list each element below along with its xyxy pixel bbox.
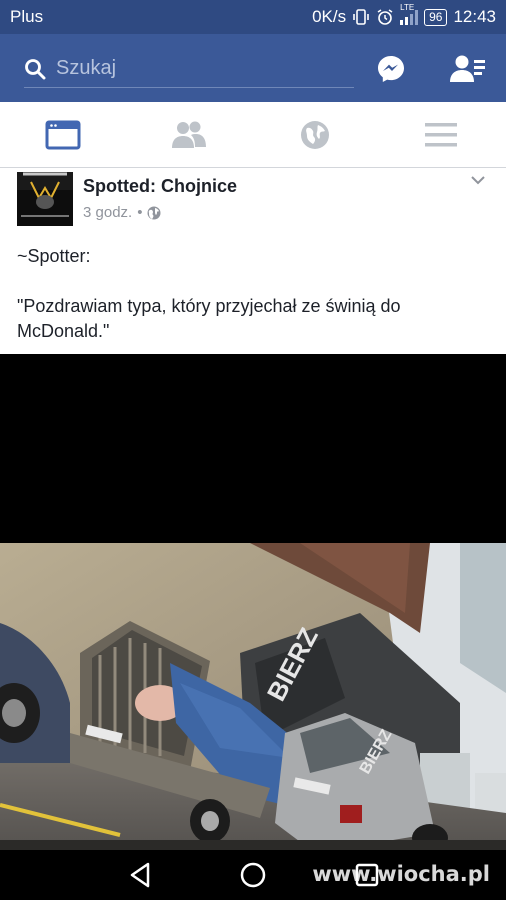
friends-icon bbox=[172, 121, 206, 148]
post-text-line: ~Spotter: bbox=[17, 246, 91, 266]
tab-bar bbox=[0, 102, 506, 168]
top-app-bar bbox=[0, 34, 506, 102]
back-icon[interactable] bbox=[126, 860, 156, 890]
watermark: www.wiocha.pl bbox=[312, 862, 490, 886]
messenger-icon[interactable] bbox=[376, 54, 406, 84]
tab-notifications[interactable] bbox=[252, 102, 378, 168]
search-input[interactable] bbox=[56, 57, 326, 80]
carrier-name: Plus bbox=[10, 7, 44, 26]
meta-separator: • bbox=[137, 204, 143, 221]
system-nav-bar: www.wiocha.pl bbox=[0, 850, 506, 900]
search-field[interactable] bbox=[24, 50, 354, 88]
tab-menu[interactable] bbox=[378, 102, 504, 168]
net-speed: 0K/s bbox=[312, 7, 347, 26]
post-photo[interactable]: BIERZ BIERZ bbox=[0, 543, 506, 850]
post-text-line: "Pozdrawiam typa, który przyjechał ze św… bbox=[17, 296, 401, 341]
menu-icon bbox=[425, 123, 457, 147]
globe-icon bbox=[147, 206, 161, 219]
home-icon[interactable] bbox=[238, 860, 268, 890]
feed-post: Spotted: Chojnice 3 godz. • ~Spotter: "P… bbox=[0, 168, 506, 354]
network-type: LTE bbox=[400, 3, 415, 12]
chevron-down-icon[interactable] bbox=[470, 172, 486, 188]
vibrate-icon bbox=[353, 9, 369, 25]
globe-icon bbox=[301, 121, 329, 149]
post-meta: 3 godz. • bbox=[83, 204, 161, 221]
status-icons: 0K/s LTE 96 12:43 bbox=[312, 3, 496, 27]
alarm-icon bbox=[377, 9, 393, 25]
page-name[interactable]: Spotted: Chojnice bbox=[83, 176, 237, 197]
tab-news-feed[interactable] bbox=[0, 102, 126, 168]
clock: 12:43 bbox=[453, 7, 496, 26]
friend-requests-icon[interactable] bbox=[450, 54, 486, 84]
post-text: ~Spotter: "Pozdrawiam typa, który przyje… bbox=[17, 244, 487, 344]
search-icon bbox=[25, 58, 46, 79]
post-time[interactable]: 3 godz. bbox=[83, 204, 132, 221]
news-feed-icon bbox=[45, 120, 81, 150]
signal-indicator: LTE bbox=[400, 3, 419, 25]
tab-friends[interactable] bbox=[126, 102, 252, 168]
battery-icon: 96 bbox=[424, 8, 448, 26]
page-avatar[interactable] bbox=[17, 172, 73, 226]
status-bar: Plus 0K/s LTE 96 12:43 bbox=[0, 0, 506, 34]
